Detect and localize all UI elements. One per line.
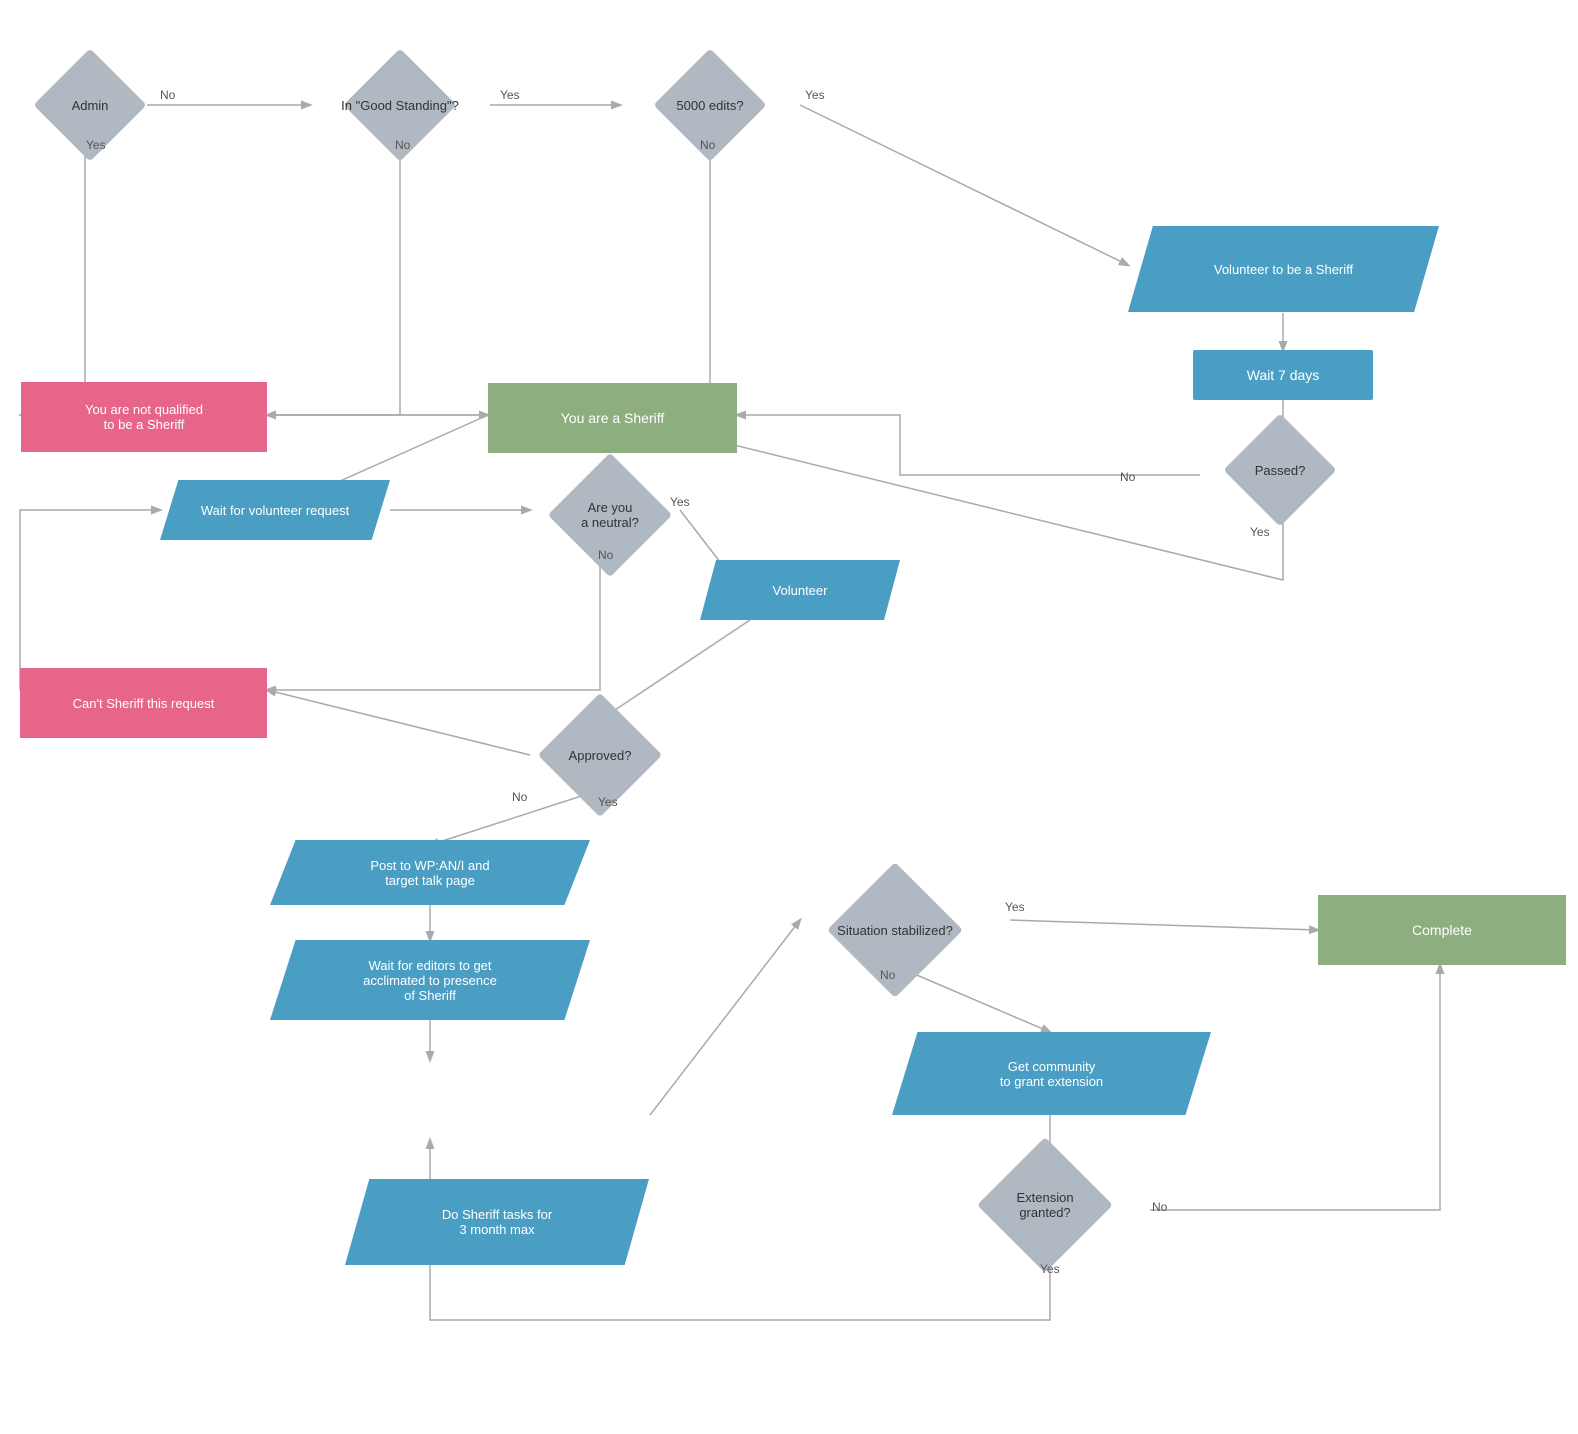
rect-not-qualified: You are not qualified to be a Sheriff bbox=[21, 382, 267, 452]
label-approved-no: No bbox=[512, 790, 527, 804]
label-neutral-no: No bbox=[598, 548, 613, 562]
para-volunteer-action: Volunteer bbox=[700, 560, 900, 620]
rect-you-are-sheriff: You are a Sheriff bbox=[488, 383, 737, 453]
rect-complete: Complete bbox=[1318, 895, 1566, 965]
label-admin-yes: Yes bbox=[86, 138, 106, 152]
para-do-sheriff: Do Sheriff tasks for 3 month max bbox=[345, 1179, 649, 1265]
label-situation-no: No bbox=[880, 968, 895, 982]
diamond-admin: Admin bbox=[30, 65, 150, 145]
para-get-community: Get community to grant extension bbox=[892, 1032, 1211, 1115]
label-passed-yes: Yes bbox=[1250, 525, 1270, 539]
label-passed-no: No bbox=[1120, 470, 1135, 484]
diamond-passed: Passed? bbox=[1180, 430, 1380, 510]
label-5000-no: No bbox=[700, 138, 715, 152]
diamond-good-standing: In "Good Standing"? bbox=[310, 65, 490, 145]
para-wait-editors: Wait for editors to get acclimated to pr… bbox=[270, 940, 590, 1020]
label-good-standing-no: No bbox=[395, 138, 410, 152]
label-situation-yes: Yes bbox=[1005, 900, 1025, 914]
para-volunteer-sheriff: Volunteer to be a Sheriff bbox=[1128, 226, 1439, 312]
rect-cant-sheriff: Can't Sheriff this request bbox=[20, 668, 267, 738]
para-post-wpan: Post to WP:AN/I and target talk page bbox=[270, 840, 590, 905]
label-extension-yes: Yes bbox=[1040, 1262, 1060, 1276]
label-good-standing-yes: Yes bbox=[500, 88, 520, 102]
rect-wait7days: Wait 7 days bbox=[1193, 350, 1373, 400]
para-wait-volunteer: Wait for volunteer request bbox=[160, 480, 390, 540]
diamond-approved: Approved? bbox=[510, 710, 690, 800]
label-neutral-yes: Yes bbox=[670, 495, 690, 509]
diamond-extension-granted: Extension granted? bbox=[940, 1155, 1150, 1255]
label-approved-yes: Yes bbox=[598, 795, 618, 809]
flowchart-canvas: Admin In "Good Standing"? 5000 edits? Vo… bbox=[0, 0, 1578, 1434]
diamond-5000-edits: 5000 edits? bbox=[620, 65, 800, 145]
label-extension-no: No bbox=[1152, 1200, 1167, 1214]
diamond-are-you-neutral: Are you a neutral? bbox=[530, 470, 690, 560]
label-5000-yes: Yes bbox=[805, 88, 825, 102]
diamond-situation-stabilized: Situation stabilized? bbox=[780, 880, 1010, 980]
label-admin-no: No bbox=[160, 88, 175, 102]
